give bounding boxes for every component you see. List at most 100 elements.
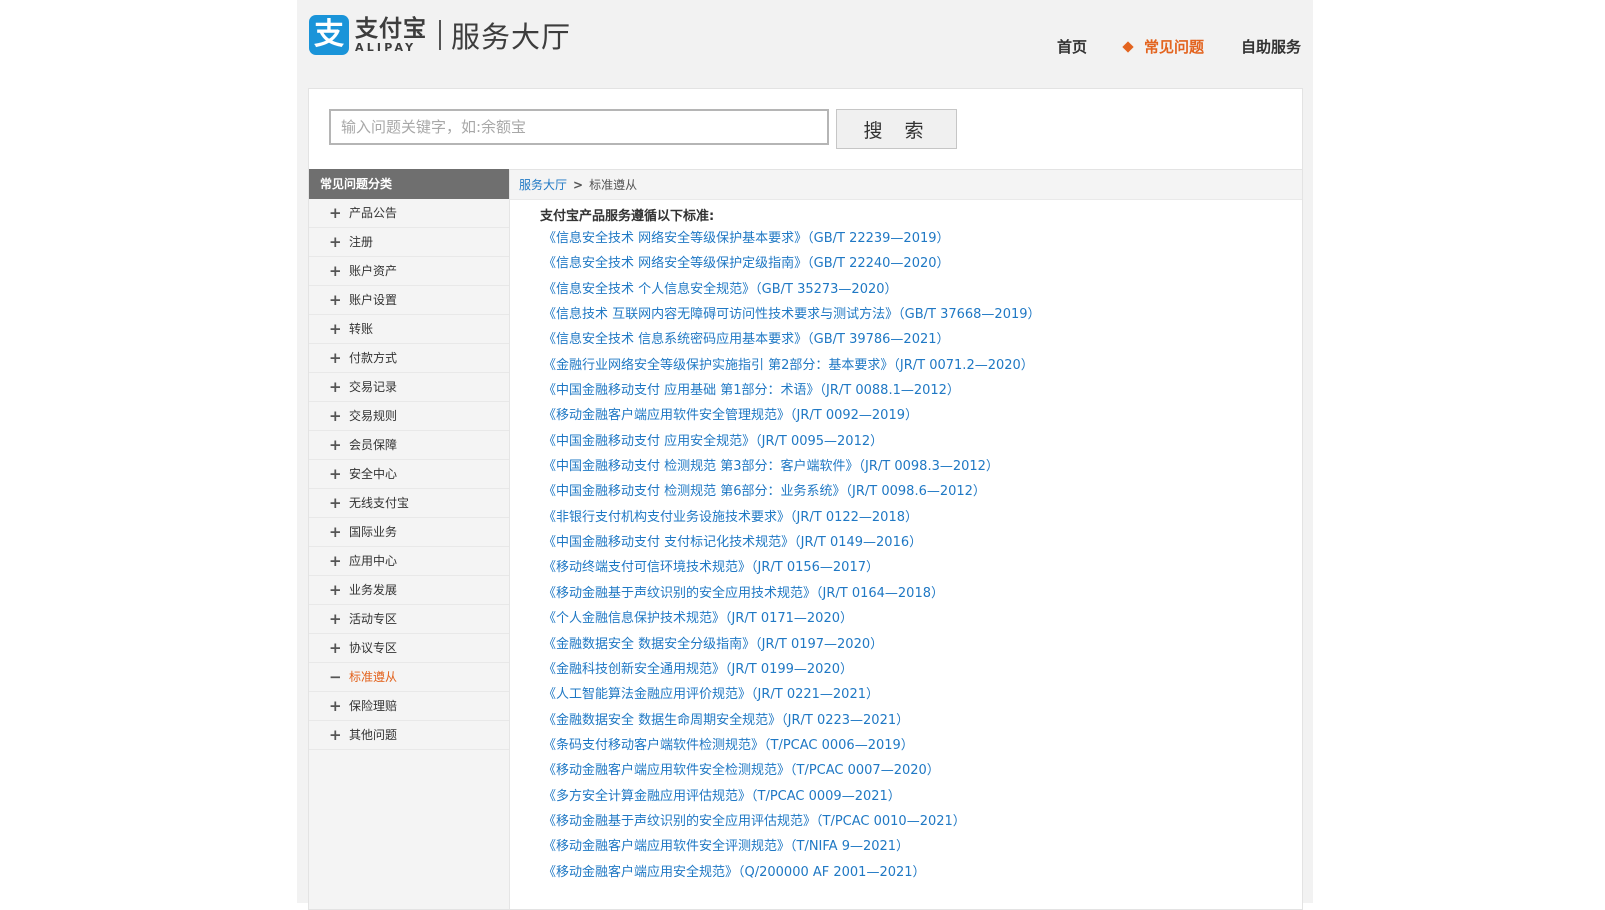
nav-faq[interactable]: 常见问题 bbox=[1122, 36, 1204, 57]
standard-link[interactable]: 《移动金融基于声纹识别的安全应用评估规范》（T/PCAC 0010—2021） bbox=[543, 809, 1041, 834]
plus-icon: + bbox=[329, 378, 342, 396]
sidebar-item-label: 安全中心 bbox=[349, 467, 398, 481]
plus-icon: + bbox=[329, 349, 342, 367]
service-title: 服务大厅 bbox=[451, 20, 572, 54]
sidebar-item-label: 转账 bbox=[349, 322, 374, 336]
sidebar-item[interactable]: + 交易记录 bbox=[309, 373, 509, 402]
standard-link[interactable]: 《移动金融客户端应用软件安全检测规范》（T/PCAC 0007—2020） bbox=[543, 758, 1041, 783]
sidebar-item-label: 国际业务 bbox=[349, 525, 398, 539]
standard-link[interactable]: 《中国金融移动支付 支付标记化技术规范》（JR/T 0149—2016） bbox=[543, 530, 1041, 555]
search-button[interactable]: 搜 索 bbox=[836, 109, 957, 149]
sidebar-item-label: 其他问题 bbox=[349, 728, 398, 742]
plus-icon: + bbox=[329, 494, 342, 512]
standard-link[interactable]: 《多方安全计算金融应用评估规范》（T/PCAC 0009—2021） bbox=[543, 784, 1041, 809]
nav-self-service[interactable]: 自助服务 bbox=[1241, 36, 1301, 57]
sidebar-item[interactable]: + 业务发展 bbox=[309, 576, 509, 605]
breadcrumb-current: 标准遵从 bbox=[589, 178, 638, 192]
diamond-icon bbox=[1122, 40, 1134, 53]
standard-link[interactable]: 《金融科技创新安全通用规范》（JR/T 0199—2020） bbox=[543, 657, 1041, 682]
standard-link[interactable]: 《信息安全技术 个人信息安全规范》（GB/T 35273—2020） bbox=[543, 277, 1041, 302]
standard-link[interactable]: 《条码支付移动客户端软件检测规范》（T/PCAC 0006—2019） bbox=[543, 733, 1041, 758]
sidebar-item[interactable]: + 安全中心 bbox=[309, 460, 509, 489]
sidebar-item[interactable]: + 转账 bbox=[309, 315, 509, 344]
sidebar-item-label: 协议专区 bbox=[349, 641, 398, 655]
sidebar-item[interactable]: + 应用中心 bbox=[309, 547, 509, 576]
breadcrumb: 服务大厅 > 标准遵从 bbox=[510, 169, 1302, 200]
sidebar-item[interactable]: + 其他问题 bbox=[309, 721, 509, 750]
sidebar-item-label: 账户资产 bbox=[349, 264, 398, 278]
sidebar-item-label: 会员保障 bbox=[349, 438, 398, 452]
sidebar-item-label: 标准遵从 bbox=[349, 670, 398, 684]
sidebar-item[interactable]: + 活动专区 bbox=[309, 605, 509, 634]
sidebar-item[interactable]: + 交易规则 bbox=[309, 402, 509, 431]
standard-link[interactable]: 《金融数据安全 数据安全分级指南》（JR/T 0197—2020） bbox=[543, 632, 1041, 657]
plus-icon: + bbox=[329, 465, 342, 483]
sidebar-item[interactable]: + 账户资产 bbox=[309, 257, 509, 286]
sidebar-item[interactable]: + 无线支付宝 bbox=[309, 489, 509, 518]
sidebar-item-label: 账户设置 bbox=[349, 293, 398, 307]
sidebar-item-label: 业务发展 bbox=[349, 583, 398, 597]
standard-link[interactable]: 《中国金融移动支付 应用基础 第1部分：术语》（JR/T 0088.1—2012… bbox=[543, 378, 1041, 403]
breadcrumb-separator: > bbox=[573, 178, 584, 192]
sidebar-item-label: 应用中心 bbox=[349, 554, 398, 568]
sidebar-item-label: 注册 bbox=[349, 235, 374, 249]
standards-list: 《信息安全技术 网络安全等级保护基本要求》（GB/T 22239—2019） 《… bbox=[543, 226, 1041, 885]
plus-icon: + bbox=[329, 581, 342, 599]
plus-icon: + bbox=[329, 523, 342, 541]
standard-link[interactable]: 《信息安全技术 信息系统密码应用基本要求》（GB/T 39786—2021） bbox=[543, 327, 1041, 352]
sidebar-item[interactable]: + 付款方式 bbox=[309, 344, 509, 373]
plus-icon: + bbox=[329, 697, 342, 715]
logo-en: ALIPAY bbox=[355, 40, 417, 54]
sidebar-item-active[interactable]: − 标准遵从 bbox=[309, 663, 509, 692]
main-panel: 搜 索 常见问题分类 + 产品公告 + 注册 + 账户资产 + 账户设置 + 转账 + 付款… bbox=[308, 88, 1303, 910]
standard-link[interactable]: 《个人金融信息保护技术规范》（JR/T 0171—2020） bbox=[543, 606, 1041, 631]
sidebar-item-label: 交易记录 bbox=[349, 380, 398, 394]
sidebar-item-label: 付款方式 bbox=[349, 351, 398, 365]
sidebar-item-label: 产品公告 bbox=[349, 206, 398, 220]
standard-link[interactable]: 《信息安全技术 网络安全等级保护基本要求》（GB/T 22239—2019） bbox=[543, 226, 1041, 251]
standard-link[interactable]: 《移动终端支付可信环境技术规范》（JR/T 0156—2017） bbox=[543, 555, 1041, 580]
standard-link[interactable]: 《金融数据安全 数据生命周期安全规范》（JR/T 0223—2021） bbox=[543, 708, 1041, 733]
alipay-logo-icon: 支 bbox=[309, 15, 349, 55]
alipay-logo[interactable]: 支 支付宝 ALIPAY 服务大厅 bbox=[309, 14, 571, 56]
sidebar-item[interactable]: + 注册 bbox=[309, 228, 509, 257]
standard-link[interactable]: 《人工智能算法金融应用评价规范》（JR/T 0221—2021） bbox=[543, 682, 1041, 707]
nav-home[interactable]: 首页 bbox=[1057, 36, 1087, 57]
logo-divider bbox=[439, 20, 441, 50]
breadcrumb-root-link[interactable]: 服务大厅 bbox=[519, 178, 567, 192]
sidebar-item[interactable]: + 产品公告 bbox=[309, 199, 509, 228]
minus-icon: − bbox=[329, 668, 342, 686]
plus-icon: + bbox=[329, 726, 342, 744]
standard-link[interactable]: 《金融行业网络安全等级保护实施指引 第2部分：基本要求》（JR/T 0071.2… bbox=[543, 353, 1041, 378]
content-area: 服务大厅 > 标准遵从 支付宝产品服务遵循以下标准: 《信息安全技术 网络安全等级保… bbox=[510, 169, 1302, 909]
standard-link[interactable]: 《中国金融移动支付 应用安全规范》（JR/T 0095—2012） bbox=[543, 429, 1041, 454]
plus-icon: + bbox=[329, 291, 342, 309]
standard-link[interactable]: 《移动金融客户端应用软件安全评测规范》（T/NIFA 9—2021） bbox=[543, 834, 1041, 859]
sidebar-item[interactable]: + 保险理赔 bbox=[309, 692, 509, 721]
sidebar-item-label: 活动专区 bbox=[349, 612, 398, 626]
plus-icon: + bbox=[329, 552, 342, 570]
standard-link[interactable]: 《移动金融客户端应用安全规范》（Q/200000 AF 2001—2021） bbox=[543, 860, 1041, 885]
sidebar-item[interactable]: + 国际业务 bbox=[309, 518, 509, 547]
category-sidebar: 常见问题分类 + 产品公告 + 注册 + 账户资产 + 账户设置 + 转账 + 付款方式 +… bbox=[309, 169, 510, 909]
logo-cn: 支付宝 bbox=[355, 15, 427, 42]
standard-link[interactable]: 《非银行支付机构支付业务设施技术要求》（JR/T 0122—2018） bbox=[543, 505, 1041, 530]
sidebar-item[interactable]: + 协议专区 bbox=[309, 634, 509, 663]
standard-link[interactable]: 《中国金融移动支付 检测规范 第6部分：业务系统》（JR/T 0098.6—20… bbox=[543, 479, 1041, 504]
sidebar-item-label: 无线支付宝 bbox=[349, 496, 410, 510]
sidebar-item[interactable]: + 账户设置 bbox=[309, 286, 509, 315]
standard-link[interactable]: 《信息技术 互联网内容无障碍可访问性技术要求与测试方法》（GB/T 37668—… bbox=[543, 302, 1041, 327]
plus-icon: + bbox=[329, 639, 342, 657]
content-title: 支付宝产品服务遵循以下标准: bbox=[540, 209, 715, 224]
standard-link[interactable]: 《移动金融客户端应用软件安全管理规范》（JR/T 0092—2019） bbox=[543, 403, 1041, 428]
standard-link[interactable]: 《信息安全技术 网络安全等级保护定级指南》（GB/T 22240—2020） bbox=[543, 251, 1041, 276]
sidebar-item[interactable]: + 会员保障 bbox=[309, 431, 509, 460]
plus-icon: + bbox=[329, 204, 342, 222]
page-frame: 支 支付宝 ALIPAY 服务大厅 首页 常见问题 自助服务 搜 索 常见问题分… bbox=[297, 0, 1313, 910]
sidebar-item-label: 交易规则 bbox=[349, 409, 398, 423]
sidebar-item-label: 保险理赔 bbox=[349, 699, 398, 713]
standard-link[interactable]: 《移动金融基于声纹识别的安全应用技术规范》（JR/T 0164—2018） bbox=[543, 581, 1041, 606]
standard-link[interactable]: 《中国金融移动支付 检测规范 第3部分：客户端软件》（JR/T 0098.3—2… bbox=[543, 454, 1041, 479]
search-input[interactable] bbox=[329, 109, 829, 145]
plus-icon: + bbox=[329, 436, 342, 454]
